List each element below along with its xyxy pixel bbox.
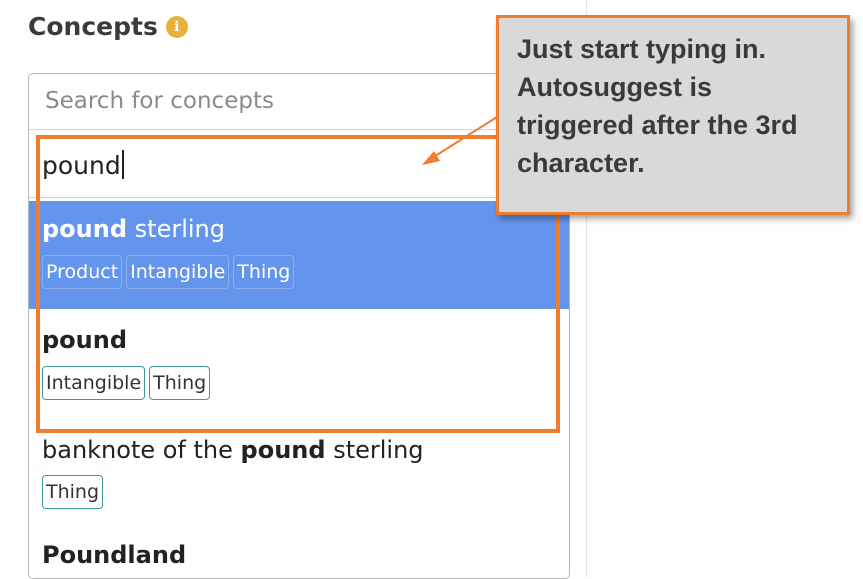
suggestion-tags: Thing	[42, 475, 104, 509]
suggestion-title: Poundland	[42, 541, 186, 569]
highlight-frame	[36, 135, 560, 433]
suggestion-rest: sterling	[325, 436, 424, 464]
callout-text: Just start typing in. Autosuggest is tri…	[517, 34, 798, 178]
suggestion-match: pound	[240, 436, 326, 464]
type-tag: Thing	[42, 475, 104, 509]
search-placeholder[interactable]: Search for concepts	[45, 88, 274, 114]
suggestion-match: Poundland	[42, 541, 187, 569]
concepts-heading: Concepts i	[28, 12, 188, 41]
suggestion-item[interactable]: banknote of the pound sterling Thing	[29, 421, 569, 521]
concepts-title: Concepts	[28, 12, 158, 41]
suggestion-prefix: banknote of the	[42, 436, 241, 464]
info-icon[interactable]: i	[165, 15, 188, 38]
suggestion-item[interactable]: Poundland	[29, 521, 569, 578]
suggestion-title: banknote of the pound sterling	[42, 436, 424, 464]
callout-box: Just start typing in. Autosuggest is tri…	[496, 15, 850, 215]
search-divider	[29, 129, 569, 130]
